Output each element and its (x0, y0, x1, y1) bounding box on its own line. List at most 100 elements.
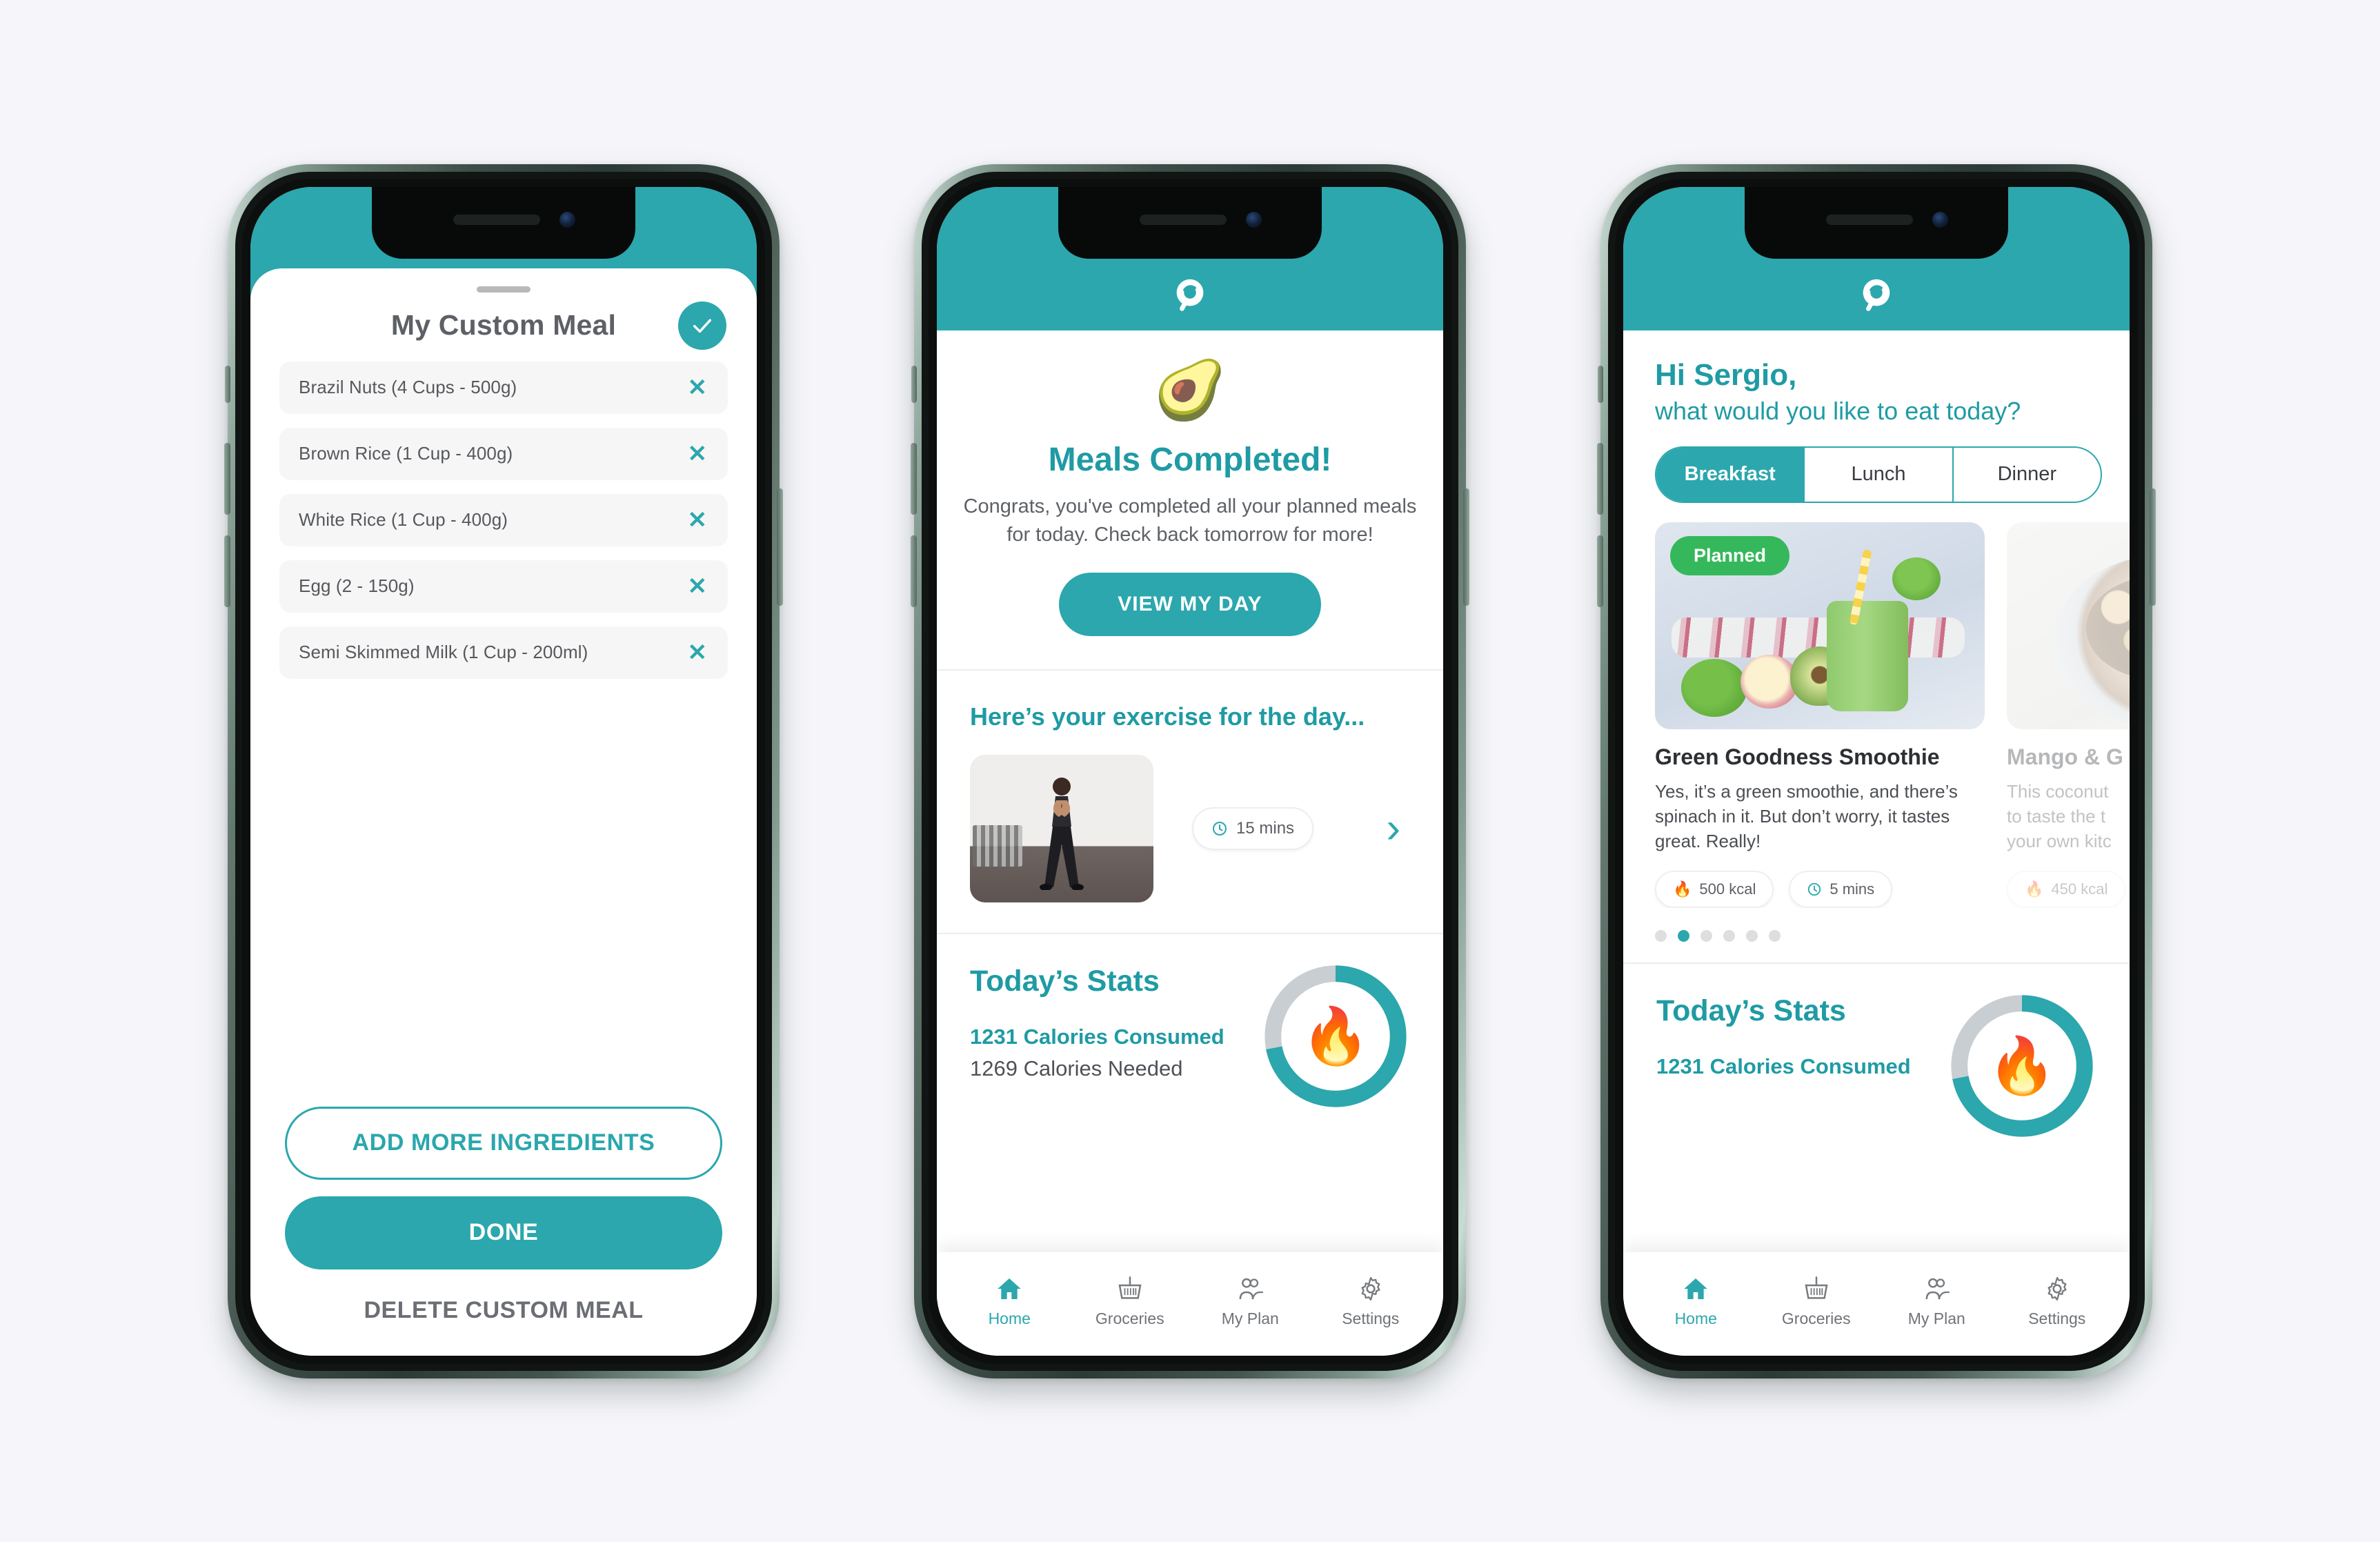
ingredient-row[interactable]: Semi Skimmed Milk (1 Cup - 200ml) ✕ (279, 626, 728, 679)
earpiece-speaker (453, 214, 540, 225)
sheet-spacer (279, 693, 728, 1107)
ingredient-row[interactable]: White Rice (1 Cup - 400g) ✕ (279, 493, 728, 546)
recipe-meta-pills: 🔥 500 kcal 5 mins (1655, 870, 1985, 908)
recipe-image: Planned (1655, 522, 1985, 729)
recipe-description: This coconut to taste the t your own kit… (2007, 780, 2112, 851)
sheet-grabber[interactable] (477, 286, 530, 293)
pagination-dot[interactable] (1746, 929, 1758, 942)
calorie-progress-ring: 🔥 (1947, 991, 2096, 1140)
remove-ingredient-icon[interactable]: ✕ (688, 641, 708, 664)
nav-item-home[interactable]: Home (1636, 1275, 1756, 1328)
nav-item-my-plan[interactable]: My Plan (1876, 1275, 1997, 1328)
tab-breakfast[interactable]: Breakfast (1656, 447, 1804, 502)
add-more-ingredients-button[interactable]: ADD MORE INGREDIENTS (285, 1106, 722, 1180)
exercising-person-figure (1040, 777, 1084, 890)
nav-label-groceries: Groceries (1781, 1309, 1851, 1327)
pagination-dot[interactable] (1700, 929, 1712, 942)
volume-down-button[interactable] (911, 535, 917, 607)
kcal-label: 500 kcal (1699, 880, 1756, 898)
volume-up-button[interactable] (911, 442, 917, 515)
nav-item-settings[interactable]: Settings (1311, 1275, 1431, 1328)
mute-switch[interactable] (225, 365, 230, 403)
todays-stats-section: Today’s Stats 1231 Calories Consumed 🔥 (1623, 964, 2130, 1140)
volume-down-button[interactable] (1597, 535, 1603, 607)
kcal-pill: 🔥 500 kcal (1655, 870, 1774, 908)
check-icon (693, 319, 712, 333)
remove-ingredient-icon[interactable]: ✕ (688, 575, 708, 598)
delete-custom-meal-button[interactable]: DELETE CUSTOM MEAL (279, 1269, 728, 1356)
gear-icon (2047, 1277, 2067, 1301)
mute-switch[interactable] (911, 365, 917, 403)
mute-switch[interactable] (1598, 365, 1603, 403)
custom-meal-sheet: My Custom Meal Brazil Nuts (4 Cups - 500… (250, 268, 757, 1356)
exercise-thumbnail[interactable] (970, 754, 1153, 902)
done-button[interactable]: DONE (285, 1196, 722, 1269)
greeting-question: what would you like to eat today? (1655, 396, 2021, 425)
volume-up-button[interactable] (1597, 442, 1603, 515)
time-label: 5 mins (1829, 880, 1875, 898)
parsley-garnish-decor (1892, 557, 1941, 600)
stats-text-block: Today’s Stats 1231 Calories Consumed 126… (964, 965, 1261, 1081)
recipe-carousel[interactable]: Planned Green Goodness Smoothie Yes, it’… (1623, 503, 2130, 908)
remove-ingredient-icon[interactable]: ✕ (688, 442, 708, 466)
volume-down-button[interactable] (224, 535, 230, 607)
remove-ingredient-icon[interactable]: ✕ (688, 376, 708, 399)
view-my-day-button[interactable]: VIEW MY DAY (1059, 572, 1321, 636)
clock-icon (1213, 821, 1227, 836)
nav-item-groceries[interactable]: Groceries (1070, 1275, 1191, 1328)
tab-dinner[interactable]: Dinner (1952, 447, 2101, 502)
phone-inner-bezel: Hi Sergio, what would you like to eat to… (1615, 178, 2138, 1364)
chevron-right-icon[interactable]: › (1386, 807, 1410, 850)
recipe-title: Green Goodness Smoothie (1655, 744, 1940, 769)
basket-icon (1805, 1276, 1828, 1299)
nav-label-my-plan: My Plan (1907, 1309, 1965, 1327)
remove-ingredient-icon[interactable]: ✕ (688, 508, 708, 532)
tab-lunch[interactable]: Lunch (1803, 447, 1952, 502)
stats-title: Today’s Stats (1656, 994, 1846, 1027)
calorie-progress-ring: 🔥 (1261, 962, 1410, 1111)
pagination-dot[interactable] (1723, 929, 1735, 942)
ingredient-row[interactable]: Brown Rice (1 Cup - 400g) ✕ (279, 427, 728, 480)
smoothie-jar-decor (1826, 600, 1908, 711)
phone-notch (372, 186, 635, 259)
kcal-label: 450 kcal (2051, 880, 2108, 898)
phone-mockup-3: Hi Sergio, what would you like to eat to… (1597, 164, 2156, 1378)
nav-item-my-plan[interactable]: My Plan (1190, 1275, 1311, 1328)
home-icon (998, 1278, 1021, 1299)
people-icon (1239, 1278, 1264, 1300)
pagination-dot-active[interactable] (1678, 929, 1689, 942)
exercise-duration-label: 15 mins (1236, 818, 1295, 838)
stats-text-block: Today’s Stats 1231 Calories Consumed (1651, 994, 1947, 1079)
todays-stats-section: Today’s Stats 1231 Calories Consumed 126… (937, 934, 1443, 1111)
power-button[interactable] (1463, 488, 1469, 606)
recipe-title: Mango & G (2007, 744, 2123, 769)
kcal-pill: 🔥 450 kcal (2007, 870, 2126, 908)
phone-mockup-2: 🥑 Meals Completed! Congrats, you've comp… (911, 164, 1469, 1378)
recipe-card[interactable]: Mango & G This coconut to taste the t yo… (2007, 522, 2130, 908)
home-icon (1684, 1278, 1707, 1299)
bottom-navigation: Home Groceries My Plan Settings (937, 1252, 1443, 1356)
recipe-card[interactable]: Planned Green Goodness Smoothie Yes, it’… (1655, 522, 1985, 908)
flame-icon: 🔥 (2025, 880, 2044, 898)
pagination-dot[interactable] (1769, 929, 1781, 942)
earpiece-speaker (1826, 214, 1913, 225)
pagination-dot[interactable] (1655, 929, 1667, 942)
phone-screen-3: Hi Sergio, what would you like to eat to… (1623, 186, 2130, 1356)
ingredient-row[interactable]: Egg (2 - 150g) ✕ (279, 560, 728, 613)
nav-label-groceries: Groceries (1095, 1309, 1164, 1327)
nav-item-settings[interactable]: Settings (1997, 1275, 2118, 1328)
power-button[interactable] (777, 488, 783, 606)
exercise-card[interactable]: 15 mins › (964, 731, 1416, 933)
nav-item-home[interactable]: Home (949, 1275, 1070, 1328)
confirm-meal-button[interactable] (678, 301, 726, 350)
ingredient-row[interactable]: Brazil Nuts (4 Cups - 500g) ✕ (279, 361, 728, 414)
nav-label-home: Home (1674, 1309, 1717, 1327)
greeting-name: Hi Sergio, (1655, 357, 1797, 392)
carousel-pagination[interactable] (1623, 908, 2130, 942)
nav-label-settings: Settings (1342, 1309, 1400, 1327)
nav-item-groceries[interactable]: Groceries (1756, 1275, 1877, 1328)
exercise-duration-pill: 15 mins (1192, 807, 1314, 850)
power-button[interactable] (2150, 488, 2156, 606)
volume-up-button[interactable] (224, 442, 230, 515)
bottom-navigation: Home Groceries My Plan Settings (1623, 1252, 2130, 1356)
